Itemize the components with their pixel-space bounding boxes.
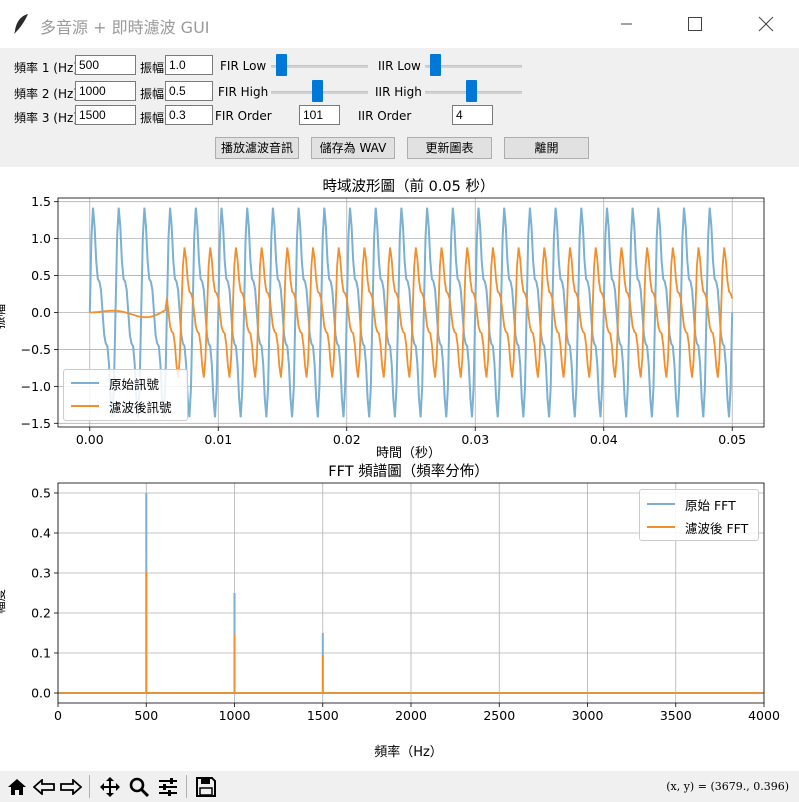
play-filtered-button[interactable]: 播放濾波音訊 [215, 137, 299, 159]
back-icon [33, 778, 55, 795]
configure-icon [159, 777, 177, 796]
freq1-input[interactable] [75, 55, 136, 75]
fft-ytick-label: 0.2 [31, 606, 51, 621]
time-ytick-label: 0.5 [31, 268, 51, 283]
fft-plot-ylabel: 幅度 [0, 588, 8, 615]
fft-ytick-label: 0.3 [31, 566, 51, 581]
fft-xtick-label: 3000 [572, 708, 604, 723]
back-button[interactable] [31, 771, 57, 802]
minimize-button[interactable] [604, 0, 650, 48]
fft-ytick-label: 0.1 [31, 646, 51, 661]
toolbar-separator [186, 775, 187, 798]
fft-xtick-label: 2000 [395, 708, 427, 723]
time-ytick-label: 0.0 [31, 305, 51, 320]
amp2-label: 振幅 [140, 87, 165, 101]
time-plot-title: 時域波形圖（前 0.05 秒） [322, 179, 495, 195]
fft-xtick-label: 2500 [483, 708, 515, 723]
figure-canvas[interactable]: 0.00 0.01 0.02 0.03 0.04 0.05 1.5 1.0 0.5 0.0 −0.5… [0, 167, 799, 771]
toolbar-separator [89, 775, 90, 798]
iir-order-label: IIR Order [358, 109, 412, 123]
legend-label-original: 原始訊號 [109, 377, 160, 392]
legend-label-filtered: 濾波後訊號 [109, 400, 172, 415]
save-wav-button[interactable]: 儲存為 WAV [311, 137, 395, 159]
time-plot-ylabel: 振幅 [0, 303, 8, 330]
forward-button[interactable] [58, 771, 84, 802]
home-icon [8, 778, 26, 795]
fir-high-slider-thumb[interactable] [312, 80, 323, 102]
fft-xtick-label: 4000 [748, 708, 780, 723]
fft-ytick-label: 0.0 [31, 686, 51, 701]
cursor-coordinates: (x, y) = (3679., 0.396) [666, 780, 789, 793]
refresh-chart-button[interactable]: 更新圖表 [407, 137, 492, 159]
fir-order-input[interactable] [299, 105, 340, 125]
legend-swatch-filtered-fft [647, 526, 675, 528]
iir-high-slider-thumb[interactable] [466, 80, 477, 102]
freq2-input[interactable] [75, 81, 136, 101]
amp1-input[interactable] [165, 55, 213, 75]
fir-low-label: FIR Low [220, 59, 267, 73]
legend-label-original-fft: 原始 FFT [685, 498, 736, 513]
fft-xtick-label: 1000 [219, 708, 251, 723]
fft-ytick-label: 0.4 [31, 526, 51, 541]
legend-swatch-original-fft [647, 503, 675, 505]
fft-xtick-label: 3500 [660, 708, 692, 723]
configure-button[interactable] [155, 771, 181, 802]
minimize-icon [621, 23, 632, 25]
amp3-input[interactable] [165, 105, 213, 125]
pan-button[interactable] [97, 771, 123, 802]
fft-ytick-label: 0.5 [31, 486, 51, 501]
close-button[interactable] [743, 0, 789, 48]
zoom-button[interactable] [126, 771, 152, 802]
time-ytick-label: 1.5 [31, 194, 51, 209]
legend-swatch-filtered [71, 405, 99, 407]
pan-icon [100, 776, 120, 797]
iir-high-label: IIR High [375, 85, 422, 99]
fir-low-slider-thumb[interactable] [276, 54, 287, 76]
feather-icon [14, 14, 28, 34]
save-figure-button[interactable] [193, 771, 219, 802]
fir-high-label: FIR High [218, 85, 269, 99]
freq3-label: 頻率 3 (Hz) [14, 111, 78, 125]
fft-xtick-label: 1500 [307, 708, 339, 723]
freq1-label: 頻率 1 (Hz) [14, 61, 78, 75]
iir-order-input[interactable] [452, 105, 493, 125]
close-icon [758, 16, 774, 32]
fir-order-label: FIR Order [215, 109, 272, 123]
forward-icon [60, 778, 82, 795]
freq2-label: 頻率 2 (Hz) [14, 87, 78, 101]
time-ytick-label: −1.0 [21, 379, 51, 394]
freq3-input[interactable] [75, 105, 136, 125]
fft-plot-title: FFT 頻譜圖（頻率分佈） [328, 464, 489, 480]
maximize-icon [688, 17, 702, 31]
iir-low-label: IIR Low [378, 59, 421, 73]
amp1-label: 振幅 [140, 61, 165, 75]
fft-xtick-label: 0 [54, 708, 62, 723]
fft-xtick-label: 500 [134, 708, 158, 723]
legend-label-filtered-fft: 濾波後 FFT [685, 521, 749, 536]
time-legend: 原始訊號 濾波後訊號 [63, 369, 188, 421]
zoom-icon [129, 777, 149, 797]
quit-button[interactable]: 離開 [504, 137, 589, 159]
amp2-input[interactable] [165, 81, 213, 101]
iir-low-slider-thumb[interactable] [430, 54, 441, 76]
window-title: 多音源 + 即時濾波 GUI [40, 18, 210, 37]
home-button[interactable] [4, 771, 30, 802]
fft-legend: 原始 FFT 濾波後 FFT [639, 489, 759, 541]
maximize-button[interactable] [672, 0, 718, 48]
fft-plot-xlabel: 頻率（Hz） [374, 745, 443, 760]
legend-swatch-original [71, 382, 99, 384]
time-ytick-label: −1.5 [21, 416, 51, 431]
save-icon [196, 776, 216, 797]
time-ytick-label: 1.0 [31, 231, 51, 246]
amp3-label: 振幅 [140, 111, 165, 125]
title-bar: 多音源 + 即時濾波 GUI [0, 0, 799, 48]
time-ytick-label: −0.5 [21, 342, 51, 357]
time-plot-xlabel: 時間（秒） [375, 446, 441, 461]
nav-toolbar: (x, y) = (3679., 0.396) [0, 771, 799, 802]
